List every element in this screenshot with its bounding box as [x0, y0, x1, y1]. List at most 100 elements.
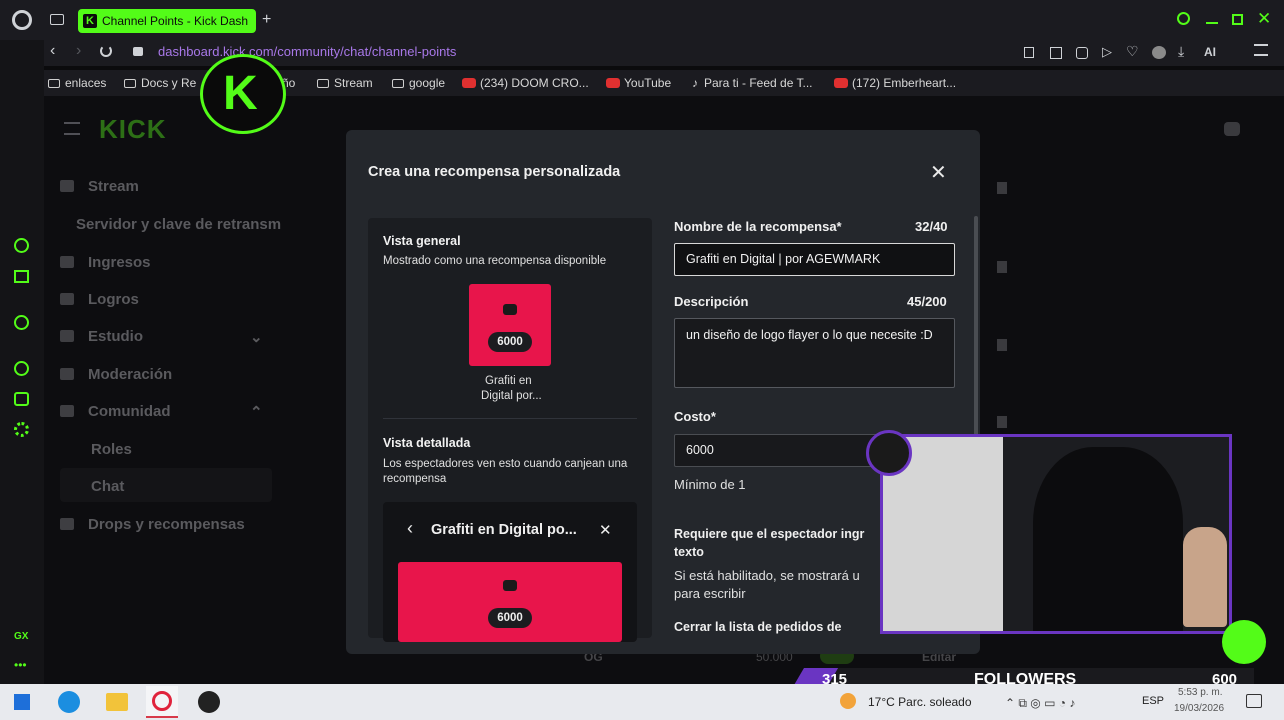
- browser-tab-bar: K Channel Points - Kick Dash + ✕: [0, 0, 1284, 40]
- history-icon[interactable]: [14, 361, 29, 376]
- sidebar-item-roles[interactable]: Roles: [91, 441, 132, 458]
- sidebar-item-income[interactable]: Ingresos: [60, 254, 151, 271]
- bookmark-youtube[interactable]: (172) Emberheart...: [834, 76, 956, 90]
- opera-gx-ring-icon: [152, 691, 172, 711]
- extensions-icon[interactable]: [14, 392, 29, 406]
- webcam-badge-icon: [866, 430, 912, 476]
- hamburger-icon[interactable]: [64, 122, 80, 135]
- bookmark-folder[interactable]: Docs y Re: [124, 76, 196, 90]
- folder-icon: [124, 79, 136, 88]
- file-explorer-icon[interactable]: [106, 693, 128, 711]
- require-text-hint: Si está habilitado, se mostrará u: [674, 568, 860, 583]
- chevron-up-icon: ⌃: [250, 404, 263, 421]
- sidebar-item-community[interactable]: Comunidad ⌃: [60, 403, 263, 421]
- edge-icon[interactable]: [58, 691, 80, 713]
- more-icon[interactable]: •••: [14, 658, 27, 672]
- description-textarea[interactable]: un diseño de logo flayer o lo que necesi…: [674, 318, 955, 388]
- pin-icon[interactable]: [1024, 47, 1034, 58]
- modal-scrollbar[interactable]: [974, 216, 978, 436]
- divider: [383, 418, 637, 419]
- close-window-icon[interactable]: ✕: [1257, 9, 1271, 29]
- back-icon[interactable]: ‹: [50, 42, 55, 60]
- folder-icon: [48, 79, 60, 88]
- sidebar-item-stream[interactable]: Stream: [60, 178, 139, 195]
- language-indicator[interactable]: ESP: [1142, 695, 1164, 707]
- sidebar-item-chat[interactable]: Chat: [91, 478, 124, 495]
- chevron-left-icon: ‹: [407, 518, 413, 538]
- kick-logo-badge: K: [200, 54, 286, 134]
- maximize-icon[interactable]: [1232, 14, 1243, 25]
- detail-reward-card: 6000: [398, 562, 622, 642]
- profile-icon[interactable]: [1224, 122, 1240, 136]
- bookmark-folder[interactable]: Stream: [317, 76, 373, 90]
- clock-time[interactable]: 5:53 p. m.: [1178, 687, 1222, 698]
- detail-preview: ‹ Grafiti en Digital po... ✕ 6000: [383, 502, 637, 642]
- gx-label: GX: [14, 631, 29, 642]
- overview-title: Vista general: [383, 234, 461, 248]
- sidebar-item-studio[interactable]: Estudio ⌄: [60, 328, 263, 346]
- reload-icon[interactable]: [100, 45, 112, 57]
- sidebar-item-moderation[interactable]: Moderación: [60, 366, 172, 383]
- new-tab-icon[interactable]: +: [262, 11, 271, 29]
- windows-taskbar: 17°C Parc. soleado ⌃ ⧉ ◎ ▭ ◔ ♪ ESP 5:53 …: [0, 684, 1284, 720]
- drops-icon: [60, 518, 74, 530]
- overview-subtitle: Mostrado como una recompensa disponible: [383, 255, 607, 267]
- trash-icon[interactable]: [997, 339, 1007, 351]
- url-text[interactable]: dashboard.kick.com/community/chat/channe…: [158, 44, 456, 59]
- search-icon[interactable]: [1177, 12, 1190, 25]
- bookmark-youtube[interactable]: (234) DOOM CRO...: [462, 76, 589, 90]
- cost-pill: 6000: [488, 608, 532, 628]
- notification-icon[interactable]: [1246, 694, 1262, 708]
- adblock-icon[interactable]: [1076, 47, 1088, 59]
- close-list-label: Cerrar la lista de pedidos de: [674, 620, 842, 634]
- cost-pill: 6000: [488, 332, 532, 352]
- opera-gx-taskbar-icon[interactable]: [146, 686, 178, 718]
- sidebar-item-drops[interactable]: Drops y recompensas: [60, 516, 245, 533]
- weather-icon: [840, 693, 856, 709]
- require-text-label: Requiere que el espectador ingr: [674, 527, 865, 541]
- speed-dial-icon[interactable]: [14, 238, 29, 253]
- cost-hint: Mínimo de 1: [674, 477, 746, 492]
- whatsapp-icon[interactable]: [14, 315, 29, 330]
- obs-icon[interactable]: [198, 691, 220, 713]
- close-icon: ✕: [599, 522, 612, 539]
- menu-icon[interactable]: [1254, 44, 1268, 56]
- kick-logo[interactable]: KICK: [99, 114, 167, 145]
- weather-text[interactable]: 17°C Parc. soleado: [868, 695, 972, 709]
- vpn-icon[interactable]: [1152, 46, 1166, 59]
- youtube-icon: [462, 78, 476, 88]
- toolbar-icons: ▷ ♡ ⤓ AI: [1024, 43, 1234, 61]
- settings-icon[interactable]: [14, 422, 29, 437]
- play-icon[interactable]: ▷: [1102, 44, 1112, 60]
- heart-icon[interactable]: ♡: [1126, 43, 1139, 60]
- active-tab[interactable]: K Channel Points - Kick Dash: [78, 9, 256, 33]
- trash-icon[interactable]: [997, 182, 1007, 194]
- youtube-icon: [606, 78, 620, 88]
- detail-header: Grafiti en Digital po...: [431, 522, 577, 538]
- bookmark-folder[interactable]: enlaces: [48, 76, 106, 90]
- gx-corner-icon[interactable]: [14, 270, 29, 283]
- tab-switcher-icon[interactable]: [50, 14, 64, 25]
- forward-icon[interactable]: ›: [76, 42, 81, 60]
- clock-date[interactable]: 19/03/2026: [1174, 703, 1224, 714]
- windows-start-icon[interactable]: [14, 694, 30, 710]
- sidebar-item-server-key[interactable]: Servidor y clave de retransm: [76, 216, 281, 233]
- bookmark-tiktok[interactable]: ♪ Para ti - Feed de T...: [692, 76, 813, 90]
- reward-name-input[interactable]: Grafiti en Digital | por AGEWMARK: [674, 243, 955, 276]
- detail-subtitle: Los espectadores ven esto cuando canjean…: [383, 458, 628, 485]
- opera-logo-icon[interactable]: [12, 10, 32, 30]
- sidebar-item-achievements[interactable]: Logros: [60, 291, 139, 308]
- tray-icons: ⌃ ⧉ ◎ ▭ ◔ ♪: [1005, 696, 1076, 710]
- wrench-icon: [60, 368, 74, 380]
- chevron-down-icon: ⌄: [250, 329, 263, 346]
- bookmark-youtube[interactable]: YouTube: [606, 76, 671, 90]
- ai-icon[interactable]: AI: [1204, 45, 1216, 59]
- trash-icon[interactable]: [997, 261, 1007, 273]
- minimize-icon[interactable]: [1206, 22, 1218, 24]
- trash-icon[interactable]: [997, 416, 1007, 428]
- overlay-green-circle-icon: [1222, 620, 1266, 664]
- bookmark-folder[interactable]: google: [392, 76, 445, 90]
- snapshot-icon[interactable]: [1050, 47, 1062, 59]
- close-icon[interactable]: ✕: [930, 160, 947, 185]
- download-icon[interactable]: ⤓: [1178, 43, 1184, 60]
